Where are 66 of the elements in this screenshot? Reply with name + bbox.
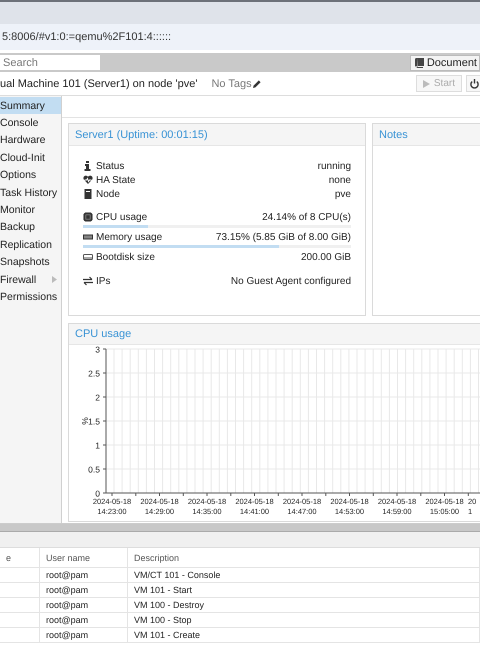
column-header[interactable]: e [0,548,40,567]
field-value: none [328,174,351,186]
address-bar[interactable]: 5:8006/#v1:0:=qemu%2F101:4:::::: [0,24,480,50]
info-icon [83,161,93,171]
table-cell: root@pam [40,613,128,627]
table-cell: VM 101 - Start [128,583,480,597]
sidebar-item[interactable]: Backup [0,218,61,236]
table-cell: root@pam [40,583,128,597]
field-label: Node [83,188,120,200]
sidebar-item[interactable]: Console [0,114,61,132]
sidebar-item[interactable]: Snapshots [0,254,61,271]
table-cell: VM 100 - Destroy [128,598,480,612]
power-icon [470,78,479,88]
field-label: CPU usage [83,212,148,222]
field-value: running [318,160,351,172]
y-tick-label: 0 [95,488,100,498]
sidebar-item[interactable]: Hardware [0,132,61,150]
field-label: IPs [83,276,110,286]
sidebar-item[interactable]: Task History [0,184,61,202]
field-label: HA State [83,174,136,186]
field-label: Status [83,160,124,172]
play-icon [422,80,430,88]
field-value: 73.15% (5.85 GiB of 8.00 GiB) [216,232,351,242]
server-icon [83,189,93,199]
panel-title: Server1 (Uptime: 00:01:15) [69,124,365,146]
table-cell: root@pam [40,598,128,612]
table-cell: VM 101 - Create [128,628,480,642]
y-tick-label: 1 [95,440,100,450]
documentation-button[interactable]: Document [410,54,480,70]
field-value: 200.00 GiB [300,252,351,262]
sidebar-item[interactable]: Firewall [0,270,61,288]
y-tick-label: 0.5 [88,464,100,474]
page-title: ual Machine 101 (Server1) on node 'pve' [0,78,198,90]
field-label: Memory usage [83,232,162,242]
field-value: 24.14% of 8 CPU(s) [262,212,351,222]
table-cell: root@pam [40,568,128,582]
y-tick-label: 1.5 [88,416,100,426]
column-header[interactable]: Description [128,548,480,567]
field-value: No Guest Agent configured [230,276,351,286]
sidebar-item[interactable]: Options [0,166,61,184]
heartbeat-icon [83,175,93,185]
field-value: pve [334,188,351,200]
table-cell: VM 100 - Stop [128,613,480,627]
sidebar-item[interactable]: Cloud-Init [0,149,61,167]
book-icon [414,58,424,68]
column-header[interactable]: User name [40,548,128,567]
sidebar-item[interactable]: Replication [0,236,61,254]
sidebar-item[interactable]: Summary [0,97,61,114]
power-button[interactable] [466,75,480,92]
tags-link[interactable]: No Tags [211,78,261,90]
memory-icon [83,232,93,242]
search-field[interactable]: Search [0,55,100,70]
cpu-chip-icon [83,212,93,222]
y-tick-label: 3 [95,345,100,354]
table-cell: VM/CT 101 - Console [128,568,480,582]
panel-title: CPU usage [69,324,480,345]
table-cell: root@pam [40,628,128,642]
y-tick-label: 2.5 [88,368,100,378]
sidebar-item[interactable]: Monitor [0,201,61,219]
y-axis-label: % [80,417,90,425]
y-tick-label: 2 [95,392,100,402]
field-label: Bootdisk size [83,252,155,262]
panel-title: Notes [373,124,480,146]
pencil-icon [252,80,261,88]
sidebar-item[interactable]: Permissions [0,288,61,306]
exchange-arrows-icon [83,276,93,286]
